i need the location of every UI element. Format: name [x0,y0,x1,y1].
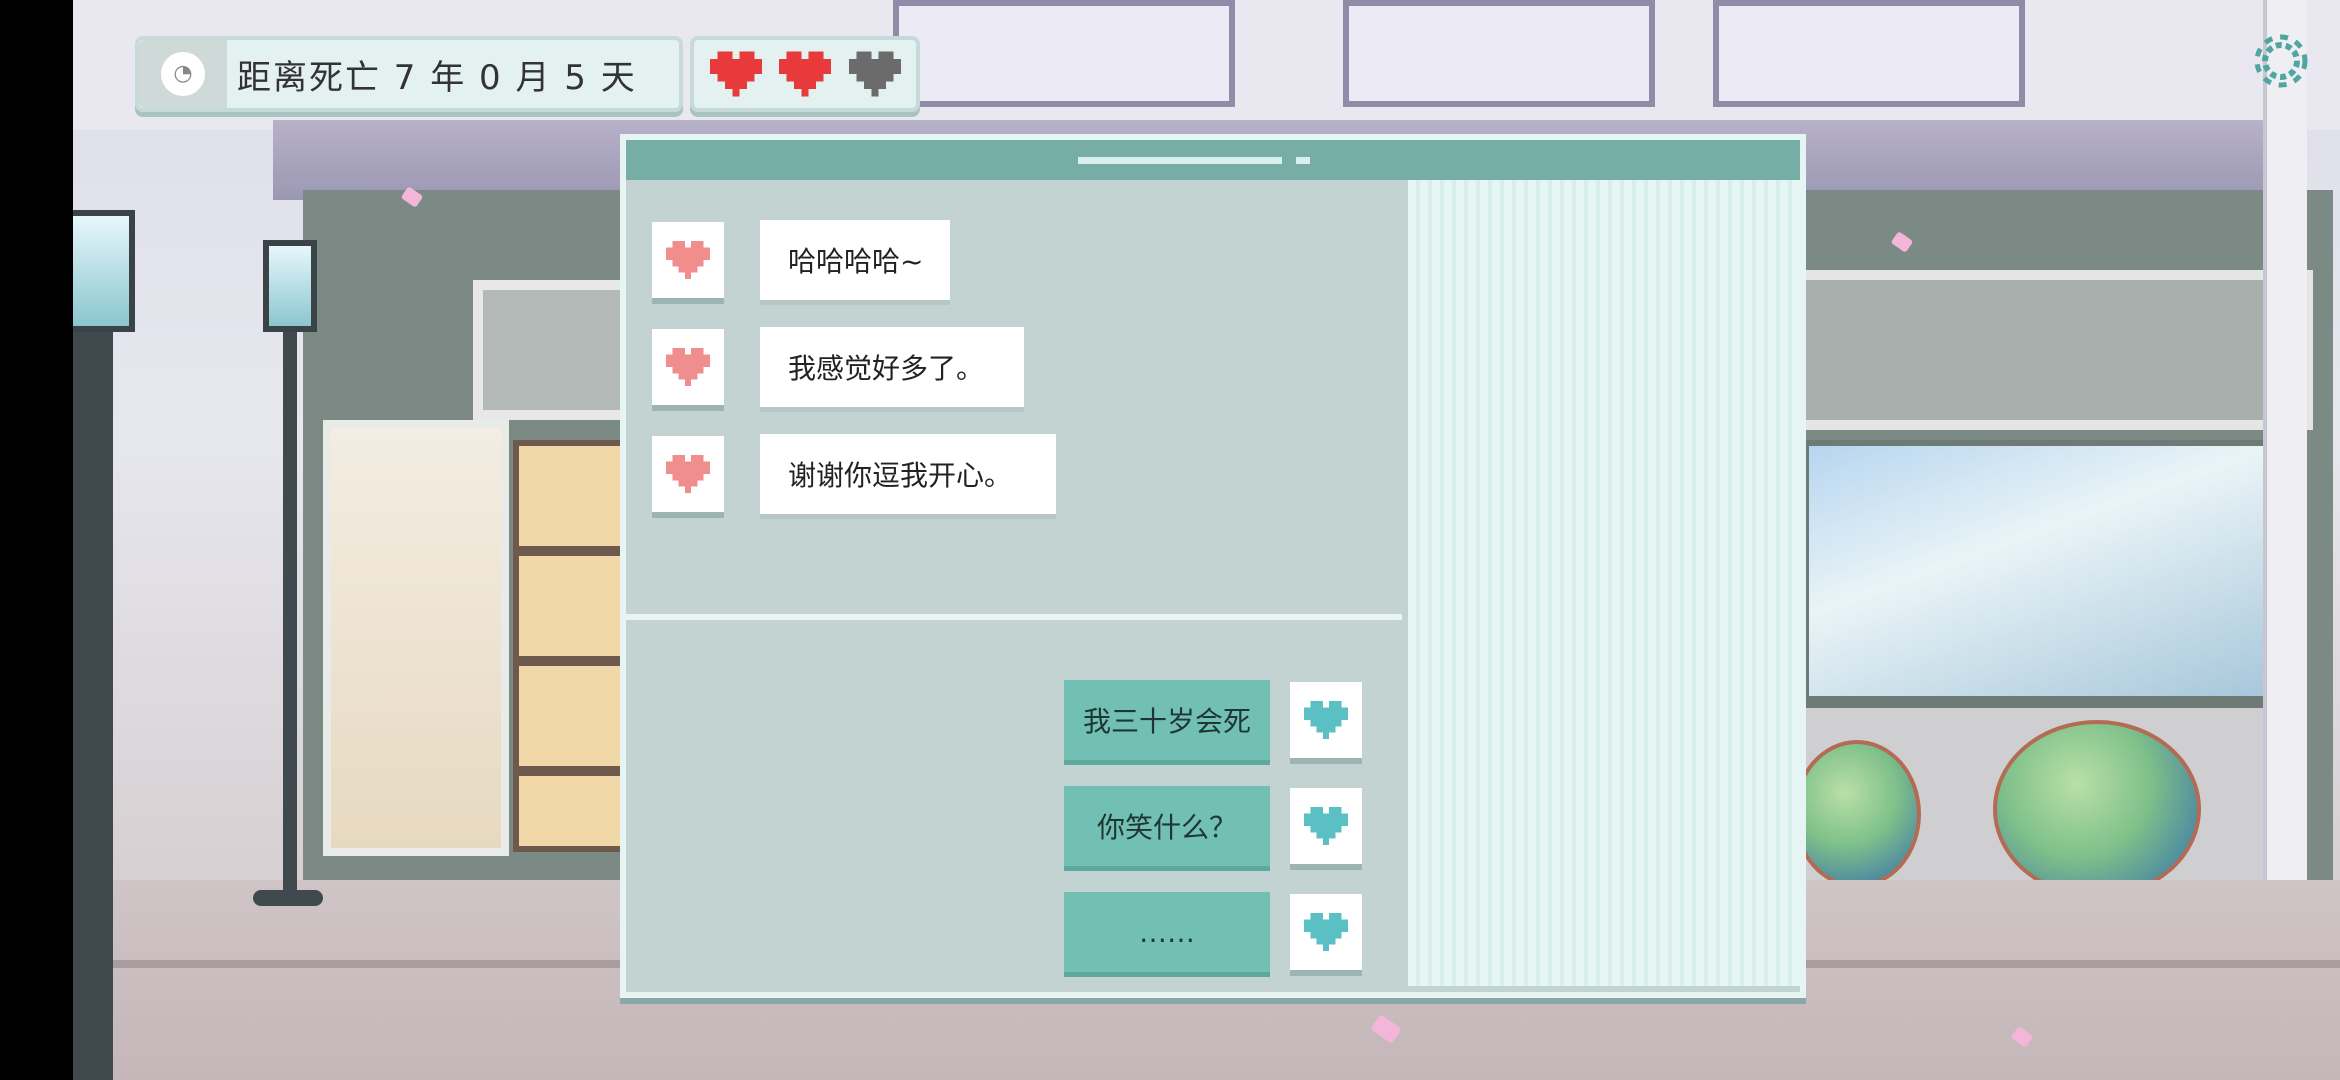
bush [1793,740,1921,888]
heart-icon [1290,894,1362,970]
heart-icon [1290,682,1362,758]
titlebar-slot [1078,157,1282,164]
heart-icon [652,329,724,405]
upper-window [893,0,1235,107]
reply-option-label[interactable]: …… [1064,892,1270,972]
heart-icon [652,436,724,512]
settings-button[interactable] [2250,30,2312,92]
chat-titlebar [626,140,1800,180]
game-screen: ◔ 距离死亡 7 年 0 月 5 天 哈哈哈哈~ 我感觉好多了。 谢谢你逗我开心。 … [0,0,2340,1080]
shop-window-left [323,420,509,856]
life-heart-empty-icon [847,46,903,102]
heart-icon [652,222,724,298]
bush [1993,720,2201,898]
chat-window: 哈哈哈哈~ 我感觉好多了。 谢谢你逗我开心。 我三十岁会死 你笑什么？ …… [620,134,1806,998]
life-heart-full-icon [777,46,833,102]
lamp-pole [73,300,113,1080]
bookcase [513,440,635,852]
clock-icon-box: ◔ [139,40,227,108]
message-bubble: 谢谢你逗我开心。 [760,434,1056,514]
reply-option-label[interactable]: 你笑什么？ [1064,786,1270,866]
upper-window [1343,0,1655,107]
chat-divider [626,614,1402,620]
lamp-head [263,240,317,332]
reply-option-button[interactable]: 我三十岁会死 [1064,680,1362,760]
countdown-text: 距离死亡 7 年 0 月 5 天 [237,57,637,98]
incoming-message: 哈哈哈哈~ [652,220,950,300]
incoming-message: 我感觉好多了。 [652,327,1024,407]
reply-option-button[interactable]: 你笑什么？ [1064,786,1362,866]
lamp-base [253,890,323,906]
titlebar-slot [1296,157,1310,164]
message-bubble: 哈哈哈哈~ [760,220,950,300]
shop-window-right [1803,440,2285,702]
shop-sign-right [1793,270,2313,430]
lives-panel [690,36,920,112]
screen-edge-bar [0,0,73,1080]
death-countdown-panel: ◔ 距离死亡 7 年 0 月 5 天 [135,36,683,112]
incoming-message: 谢谢你逗我开心。 [652,434,1056,514]
life-heart-full-icon [708,46,764,102]
lamp-head [73,210,135,332]
heart-icon [1290,788,1362,864]
message-bubble: 我感觉好多了。 [760,327,1024,407]
lamp-pole [283,320,297,900]
gear-icon [2254,34,2308,88]
reply-option-button[interactable]: …… [1064,892,1362,972]
chat-side-panel [1408,180,1800,986]
chat-log: 哈哈哈哈~ 我感觉好多了。 谢谢你逗我开心。 我三十岁会死 你笑什么？ …… [626,180,1402,992]
clock-icon: ◔ [161,52,205,96]
reply-option-label[interactable]: 我三十岁会死 [1064,680,1270,760]
upper-window [1713,0,2025,107]
